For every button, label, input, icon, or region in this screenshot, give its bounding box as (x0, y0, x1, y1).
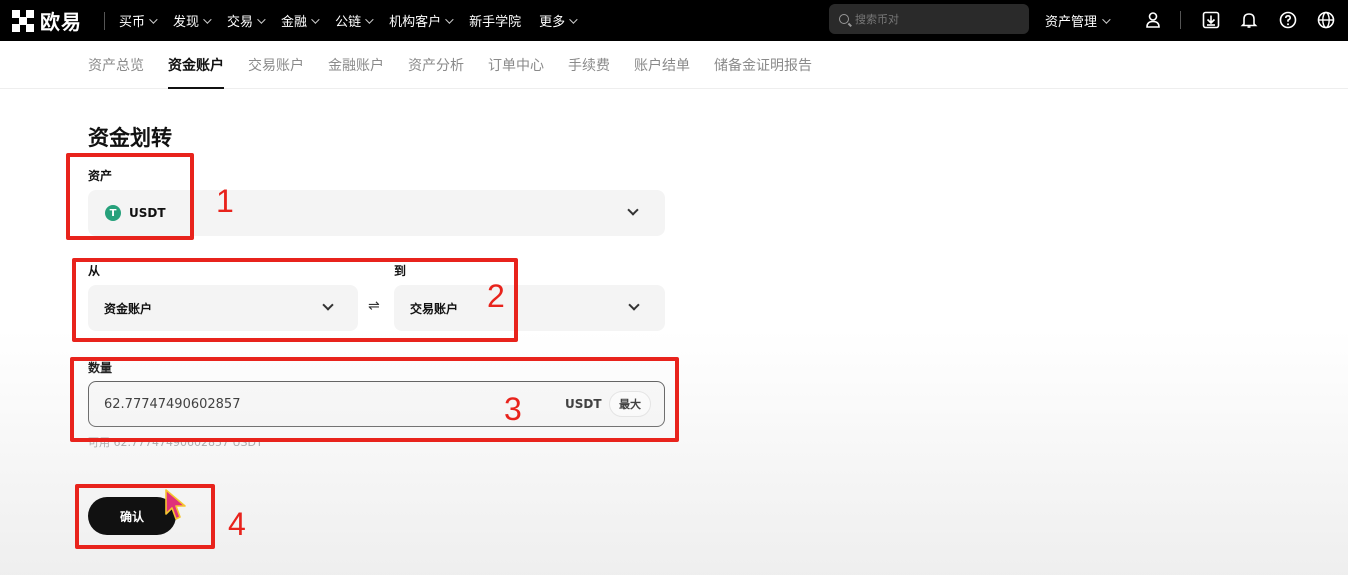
account-tabs: 资产总览 资金账户 交易账户 金融账户 资产分析 订单中心 手续费 账户结单 储备金证明报告 (0, 41, 1348, 89)
nav-icon-divider (1180, 11, 1181, 29)
chevron-down-icon (257, 14, 266, 24)
okx-logo[interactable]: 欧易 (12, 6, 94, 35)
main-menu: 买币 发现 交易 金融 公链 机构客户 新手学院 更多 (119, 11, 593, 30)
nav-item-label: 新手学院 (469, 15, 522, 30)
max-button[interactable]: 最大 (609, 391, 651, 417)
amount-unit: USDT (565, 397, 602, 411)
asset-management-label: 资产管理 (1045, 15, 1098, 30)
tab-2[interactable]: 交易账户 (248, 41, 304, 89)
nav-item-3[interactable]: 金融 (281, 11, 320, 30)
nav-item-label: 金融 (281, 15, 308, 30)
search-icon (839, 14, 849, 24)
nav-item-2[interactable]: 交易 (227, 11, 266, 30)
to-account-select[interactable]: 交易账户 (394, 285, 665, 331)
tab-5[interactable]: 订单中心 (488, 41, 544, 89)
search-bar[interactable] (829, 4, 1029, 34)
asset-select[interactable]: T USDT (88, 190, 665, 236)
tab-7[interactable]: 账户结单 (634, 41, 690, 89)
chevron-down-icon (1102, 14, 1111, 24)
amount-field[interactable]: USDT 最大 (88, 381, 665, 427)
nav-item-5[interactable]: 机构客户 (389, 11, 454, 30)
tab-0[interactable]: 资产总览 (88, 41, 144, 89)
tab-4[interactable]: 资产分析 (408, 41, 464, 89)
bell-icon[interactable] (1239, 10, 1259, 30)
annotation-number-4: 4 (228, 506, 246, 542)
user-icon[interactable] (1143, 10, 1163, 30)
nav-item-label: 交易 (227, 15, 254, 30)
from-account-select[interactable]: 资金账户 (88, 285, 358, 331)
chevron-down-icon (569, 14, 578, 24)
nav-divider (104, 11, 105, 30)
chevron-down-icon (311, 14, 320, 24)
amount-label: 数量 (88, 361, 113, 375)
help-icon[interactable] (1278, 10, 1298, 30)
nav-item-label: 机构客户 (389, 15, 442, 30)
download-icon[interactable] (1201, 10, 1221, 30)
from-label: 从 (88, 264, 101, 278)
chevron-down-icon (365, 14, 374, 24)
to-account-value: 交易账户 (410, 301, 459, 316)
chevron-down-icon (203, 14, 212, 24)
usdt-coin-icon: T (105, 205, 121, 221)
top-nav-bar: 欧易 买币 发现 交易 金融 公链 机构客户 新手学院 更多 资产管理 (0, 0, 1348, 41)
logo-mark-icon (12, 9, 34, 32)
nav-item-6[interactable]: 新手学院 (469, 11, 521, 30)
asset-value: USDT (129, 206, 166, 220)
nav-item-1[interactable]: 发现 (173, 11, 212, 30)
from-account-value: 资金账户 (104, 301, 153, 316)
asset-management-menu[interactable]: 资产管理 (1045, 0, 1111, 41)
chevron-down-icon (149, 14, 158, 24)
nav-item-4[interactable]: 公链 (335, 11, 374, 30)
nav-item-label: 买币 (119, 15, 146, 30)
swap-accounts-icon[interactable]: ⇌ (368, 298, 380, 314)
nav-item-label: 发现 (173, 15, 200, 30)
page-title: 资金划转 (88, 126, 172, 150)
amount-input[interactable] (104, 396, 524, 412)
chevron-down-icon (322, 299, 334, 311)
available-balance: 可用 62.77747490602857 USDT (88, 436, 263, 449)
asset-label: 资产 (88, 169, 113, 183)
nav-item-label: 更多 (539, 15, 566, 30)
chevron-down-icon (445, 14, 454, 24)
search-input[interactable] (855, 12, 1005, 26)
to-label: 到 (394, 264, 407, 278)
brand-name: 欧易 (40, 10, 82, 34)
bottom-fade-overlay (0, 330, 1348, 575)
nav-item-label: 公链 (335, 15, 362, 30)
tab-3[interactable]: 金融账户 (328, 41, 384, 89)
tab-8[interactable]: 储备金证明报告 (714, 41, 812, 89)
nav-item-7[interactable]: 更多 (539, 11, 578, 30)
tab-6[interactable]: 手续费 (568, 41, 610, 89)
chevron-down-icon (628, 299, 640, 311)
chevron-down-icon (627, 204, 639, 216)
nav-item-0[interactable]: 买币 (119, 11, 158, 30)
tab-1[interactable]: 资金账户 (168, 41, 224, 89)
confirm-button[interactable]: 确认 (88, 497, 176, 535)
globe-icon[interactable] (1316, 10, 1336, 30)
